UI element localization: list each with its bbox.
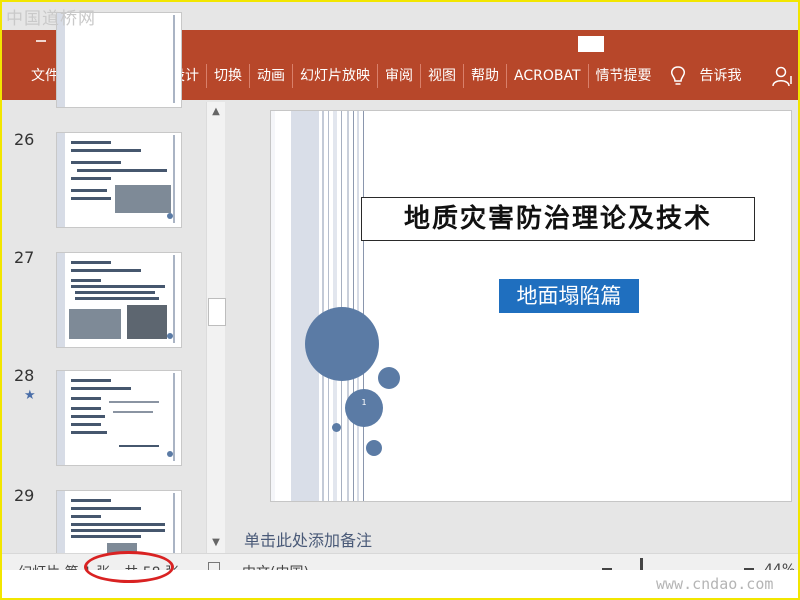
thumb-text-line [71,529,165,532]
thumb-image [69,309,121,339]
slide-title[interactable]: 地质灾害防治理论及技术 [361,197,755,241]
app-window: 中国道桥网 文件 开始 插入 设计 切换 动画 幻灯片放映 审阅 视图 帮助 A… [0,0,800,600]
thumbnail-number: 27 [14,248,35,267]
thumb-rbar [173,255,175,343]
tab-transitions[interactable]: 切换 [206,64,249,88]
thumbnail-number: 29 [14,486,35,505]
tab-review[interactable]: 审阅 [377,64,420,88]
decor-line [328,111,329,501]
thumb-text-line [71,141,111,144]
decor-line [322,111,324,501]
thumb-text-line [71,177,111,180]
decor-circle [332,423,341,432]
thumb-text-line [71,387,131,390]
thumb-text-line [71,279,101,282]
thumb-bar [57,371,65,465]
scroll-up-arrow-icon[interactable]: ▲ [207,104,225,120]
slide-thumbnail-27[interactable] [56,252,182,348]
thumb-text-line [71,431,107,434]
thumb-text-line [71,523,165,526]
thumb-rbar [173,373,175,461]
tab-acrobat[interactable]: ACROBAT [506,64,588,88]
thumb-text-line [71,499,111,502]
thumb-text-line [75,297,159,300]
decor-circle [378,367,400,389]
quick-access-save[interactable] [36,40,46,42]
slide-thumbnail-28[interactable] [56,370,182,466]
thumb-text-line [71,149,141,152]
thumb-text-line [75,291,155,294]
watermark-bottom: www.cndao.com [656,575,774,593]
thumb-text-line [71,189,107,192]
red-annotation-oval [84,551,174,583]
thumb-text-line [71,197,111,200]
thumb-text-line [71,507,141,510]
thumb-text-line [71,397,101,400]
thumb-dot [167,213,173,219]
thumb-text-line [71,285,165,288]
decor-line [353,111,354,501]
thumbnail-number: 26 [14,130,35,149]
decor-line [333,111,337,501]
decor-line [347,111,349,501]
tab-slideshow[interactable]: 幻灯片放映 [292,64,377,88]
thumb-rbar [173,15,175,103]
notes-pane[interactable]: 单击此处添加备注 [230,515,798,553]
slide-thumbnail-26[interactable] [56,132,182,228]
slide-subtitle[interactable]: 地面塌陷篇 [499,279,639,313]
thumb-rbar [173,135,175,223]
thumb-diagram [109,401,159,403]
thumb-dot [167,333,173,339]
notes-placeholder: 单击此处添加备注 [244,531,373,550]
thumb-text-line [71,407,101,410]
decor-line [291,111,319,501]
decor-line [357,111,359,501]
thumbnail-number: 28 [14,366,35,385]
thumb-text-line [71,415,105,418]
share-user-icon[interactable] [772,64,794,88]
tab-animations[interactable]: 动画 [249,64,292,88]
scroll-down-arrow-icon[interactable]: ▼ [207,535,225,551]
thumb-diagram [113,411,153,413]
decor-line [341,111,342,501]
lightbulb-icon[interactable] [667,64,689,88]
slide-editor: 1 地质灾害防治理论及技术 地面塌陷篇 [230,100,798,515]
thumb-text-line [71,515,101,518]
thumbnail-pane: 26 27 28 ★ 29 [2,12,226,561]
thumb-text-line [71,161,121,164]
thumb-image [115,185,171,213]
watermark-top: 中国道桥网 [6,9,96,29]
thumb-text-line [119,445,159,447]
decor-circle-number [345,389,383,427]
tab-storyboard[interactable]: 情节提要 [587,64,659,88]
thumb-text-line [71,261,111,264]
slide-canvas[interactable]: 1 地质灾害防治理论及技术 地面塌陷篇 [270,110,792,502]
decor-line [271,111,275,501]
scroll-thumb[interactable] [208,298,226,326]
thumb-bar [57,253,65,347]
tell-me-search[interactable]: 告诉我 [693,64,749,88]
thumb-bar [57,133,65,227]
thumb-image [127,305,167,339]
thumb-text-line [71,379,111,382]
thumb-text-line [71,269,141,272]
decor-circle-large [305,307,379,381]
tab-view[interactable]: 视图 [420,64,463,88]
thumb-bar [57,491,65,561]
thumb-text-line [71,423,101,426]
slide-page-number: 1 [361,398,367,407]
tab-help[interactable]: 帮助 [463,64,506,88]
thumb-rbar [173,493,175,561]
thumb-dot [167,451,173,457]
thumbnail-scrollbar[interactable]: ▲ ▼ [206,102,226,553]
animation-star-icon: ★ [24,388,36,403]
thumb-text-line [71,535,141,538]
decor-line [363,111,364,501]
decor-circle [366,440,382,456]
thumb-text-line [77,169,167,172]
